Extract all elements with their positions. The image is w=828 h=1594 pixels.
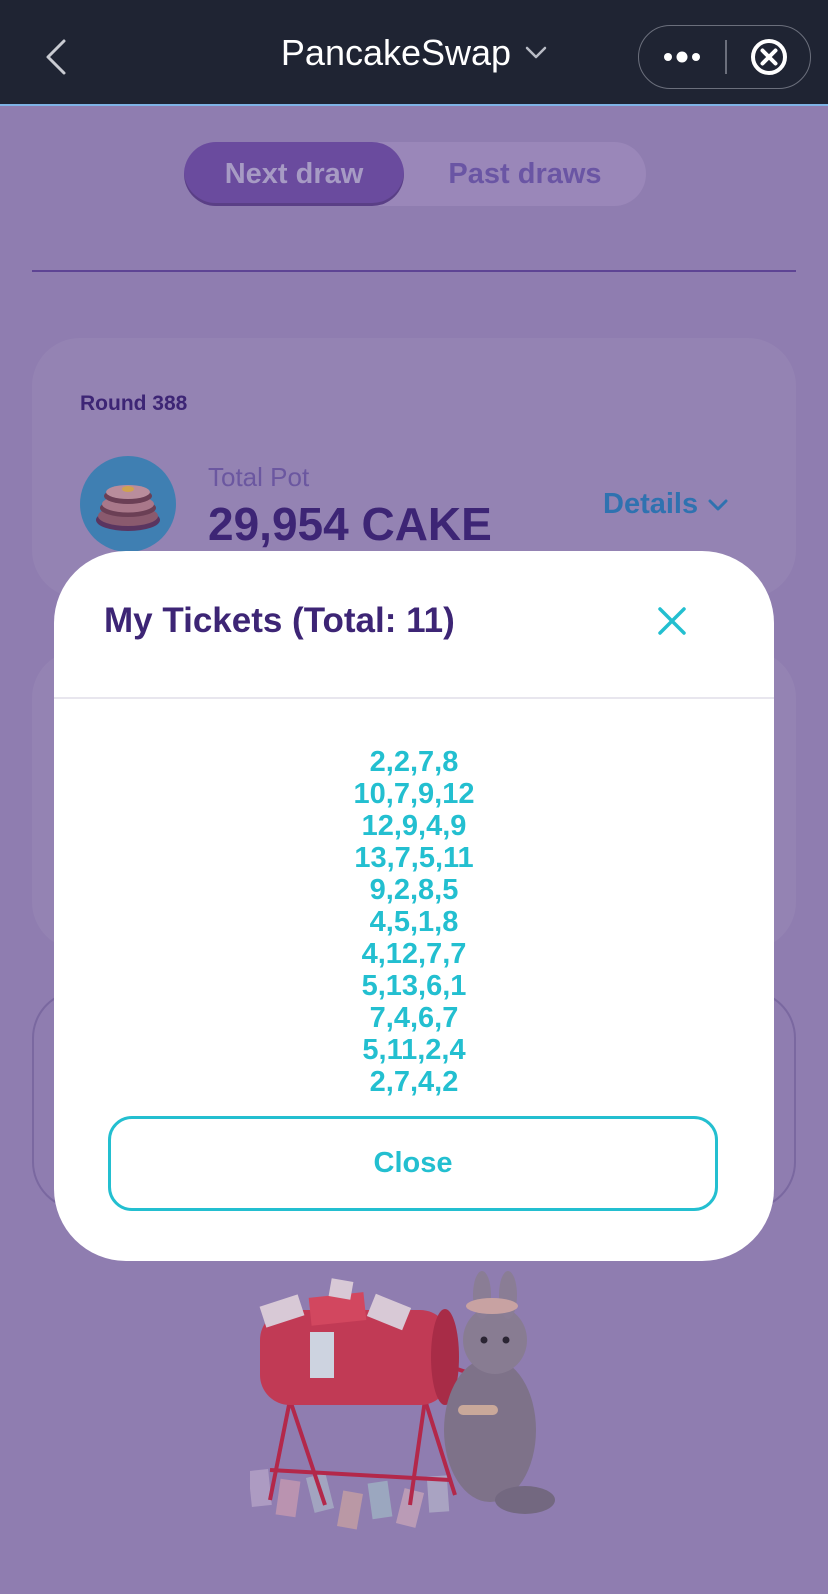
total-pot-label: Total Pot bbox=[208, 462, 310, 492]
chevron-down-icon bbox=[708, 499, 728, 510]
ticket-list: 2,2,7,8 10,7,9,12 12,9,4,9 13,7,5,11 9,2… bbox=[54, 746, 774, 1098]
section-divider bbox=[32, 270, 796, 272]
draw-tabs: Next draw Past draws bbox=[184, 142, 646, 206]
close-app-button[interactable] bbox=[727, 26, 811, 88]
mini-app-capsule bbox=[638, 25, 811, 89]
details-label: Details bbox=[603, 488, 699, 520]
modal-title: My Tickets (Total: 11) bbox=[104, 601, 455, 640]
ticket-item: 12,9,4,9 bbox=[361, 810, 467, 842]
ticket-item: 2,2,7,8 bbox=[369, 746, 459, 778]
round-label: Round 388 bbox=[80, 392, 188, 415]
ticket-item: 4,12,7,7 bbox=[361, 938, 467, 970]
tab-past-draws[interactable]: Past draws bbox=[404, 142, 646, 206]
ticket-item: 9,2,8,5 bbox=[369, 874, 459, 906]
ticket-item: 2,7,4,2 bbox=[369, 1066, 459, 1098]
close-icon bbox=[658, 607, 686, 635]
back-button[interactable] bbox=[40, 37, 76, 77]
close-button[interactable]: Close bbox=[108, 1116, 718, 1211]
modal-divider bbox=[54, 697, 774, 699]
ticket-item: 7,4,6,7 bbox=[369, 1002, 459, 1034]
cake-logo bbox=[80, 456, 176, 552]
chevron-down-icon bbox=[525, 46, 547, 59]
total-pot-value: 29,954 CAKE bbox=[208, 498, 492, 550]
my-tickets-modal: My Tickets (Total: 11) 2,2,7,8 10,7,9,12… bbox=[54, 551, 774, 1261]
more-options-button[interactable] bbox=[639, 26, 725, 88]
details-button[interactable]: Details bbox=[603, 488, 728, 521]
ticket-item: 4,5,1,8 bbox=[369, 906, 459, 938]
ticket-item: 5,13,6,1 bbox=[361, 970, 467, 1002]
ticket-item: 10,7,9,12 bbox=[353, 778, 475, 810]
more-dots-icon bbox=[664, 51, 700, 63]
modal-close-x-button[interactable] bbox=[652, 601, 692, 641]
circle-close-icon bbox=[751, 39, 787, 75]
ticket-item: 5,11,2,4 bbox=[362, 1034, 466, 1066]
tab-next-draw[interactable]: Next draw bbox=[184, 142, 404, 206]
app-title-dropdown[interactable]: PancakeSwap bbox=[281, 32, 547, 74]
top-nav-bar: PancakeSwap bbox=[0, 0, 828, 106]
ticket-item: 13,7,5,11 bbox=[354, 842, 474, 874]
chevron-left-icon bbox=[46, 39, 66, 75]
app-title: PancakeSwap bbox=[280, 32, 512, 73]
lottery-bunny-illustration bbox=[250, 1271, 555, 1530]
